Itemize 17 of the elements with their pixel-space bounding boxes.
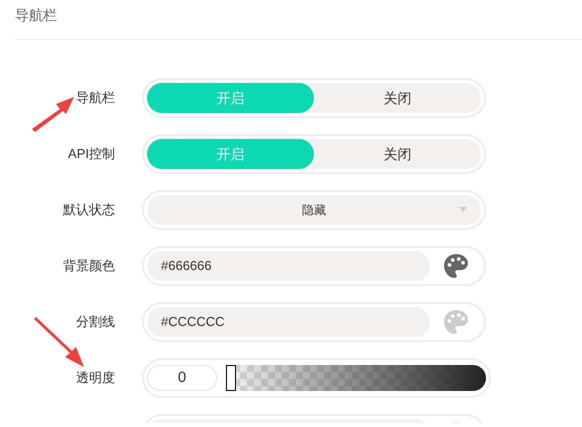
select-field[interactable]: 隐藏	[147, 195, 481, 225]
field-label: 默认状态	[63, 202, 115, 218]
field-label: API控制	[68, 146, 115, 162]
palette-icon[interactable]	[442, 253, 468, 279]
field-label: 背景颜色	[63, 258, 115, 274]
number-input[interactable]: 0	[147, 365, 217, 391]
field-label: 导航栏	[76, 90, 115, 106]
color-input[interactable]: #666666	[147, 251, 430, 281]
color-input[interactable]: #CCCCCC	[147, 307, 430, 337]
caret-icon	[459, 207, 467, 212]
toggle-option[interactable]: 关闭	[314, 83, 481, 113]
section-title: 导航栏	[15, 7, 57, 23]
slider-thumb[interactable]	[226, 365, 236, 391]
field-label: 透明度	[76, 370, 115, 386]
toggle-option[interactable]: 关闭	[314, 139, 481, 169]
opacity-slider-track[interactable]	[226, 365, 486, 391]
field-label: 分割线	[76, 314, 115, 330]
